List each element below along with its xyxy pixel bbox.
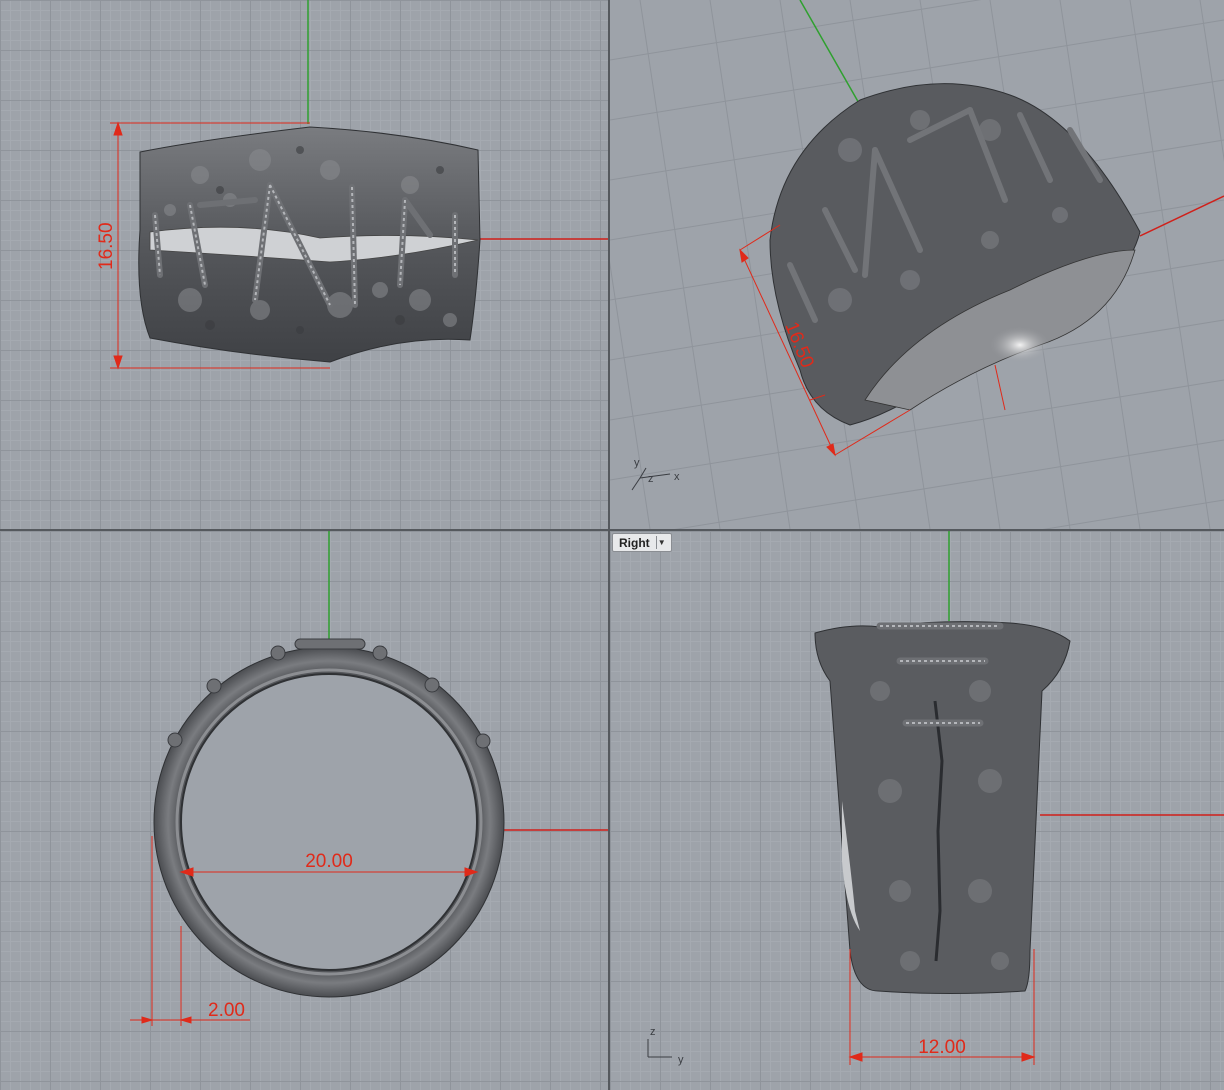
- viewport-top[interactable]: 16.50: [0, 0, 608, 529]
- dimension-height-label: 16.50: [96, 222, 117, 270]
- viewport-perspective[interactable]: 16.50 y z x: [610, 0, 1224, 529]
- chevron-down-icon[interactable]: ▼: [655, 536, 667, 549]
- dimension-thickness-label: 2.00: [208, 1000, 245, 1021]
- axis-label-y: y: [678, 1054, 684, 1066]
- viewport-front[interactable]: 20.00 2.00: [0, 531, 608, 1090]
- ring-front[interactable]: [153, 638, 505, 998]
- viewport-title-label: Right: [619, 535, 650, 550]
- viewport-title-tab[interactable]: Right ▼: [612, 533, 672, 552]
- viewport-perspective-canvas: 16.50 y z x: [610, 0, 1224, 529]
- axis-triad: z y: [647, 1026, 684, 1066]
- viewport-right[interactable]: 12.00 z y Right ▼: [610, 531, 1224, 1090]
- dimension-inner-diameter-label: 20.00: [305, 851, 353, 872]
- viewport-front-canvas: 20.00 2.00: [130, 531, 608, 1026]
- rhino-workspace: 16.50 16.50 y z x 20.00 2.00 12.00 z y R…: [0, 0, 1224, 1090]
- axis-label-y: y: [634, 457, 640, 469]
- ring-band-top[interactable]: [138, 126, 481, 363]
- axis-label-z: z: [648, 473, 654, 485]
- viewport-right-canvas: 12.00 z y: [647, 531, 1224, 1066]
- viewport-divider-horizontal[interactable]: [0, 529, 1224, 531]
- axis-label-x: x: [674, 471, 680, 483]
- axis-label-z: z: [650, 1026, 656, 1038]
- viewport-divider-vertical[interactable]: [608, 0, 610, 1090]
- dimension-width-label: 12.00: [918, 1037, 966, 1058]
- viewport-top-canvas: 16.50: [96, 0, 608, 370]
- ring-side[interactable]: [814, 621, 1071, 994]
